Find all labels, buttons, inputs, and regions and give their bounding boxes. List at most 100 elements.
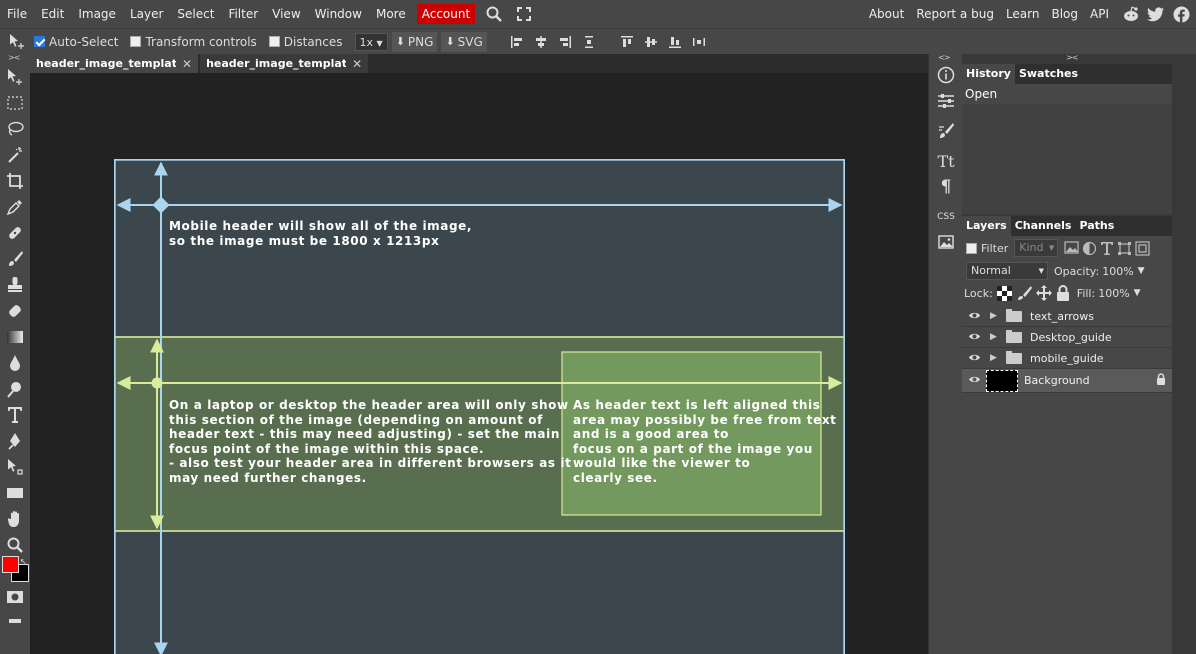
report-bug-link[interactable]: Report a bug <box>910 0 1000 28</box>
stamp-tool-icon[interactable] <box>3 274 27 296</box>
healing-brush-tool-icon[interactable] <box>3 222 27 244</box>
blend-mode-select[interactable]: Normal ▼ <box>966 262 1048 280</box>
lasso-tool-icon[interactable] <box>3 118 27 140</box>
visibility-eye-icon[interactable] <box>964 331 984 344</box>
filter-checkbox[interactable] <box>966 242 977 254</box>
export-png-button[interactable]: ⬇ PNG <box>391 31 438 52</box>
menu-window[interactable]: Window <box>308 0 369 28</box>
adjustments-icon[interactable] <box>934 90 958 112</box>
visibility-eye-icon[interactable] <box>964 310 984 323</box>
tab-channels[interactable]: Channels <box>1011 216 1076 236</box>
menu-layer[interactable]: Layer <box>123 0 170 28</box>
info-icon[interactable] <box>934 64 958 86</box>
align-left-icon[interactable] <box>507 32 527 52</box>
opacity-input[interactable]: 100% <box>1102 265 1133 278</box>
menu-filter[interactable]: Filter <box>221 0 265 28</box>
canvas-area[interactable]: Mobile header will show all of the image… <box>30 73 928 654</box>
menu-image[interactable]: Image <box>71 0 123 28</box>
auto-select-check[interactable] <box>34 36 45 47</box>
hand-tool-icon[interactable] <box>3 508 27 530</box>
align-middle-icon[interactable] <box>641 32 661 52</box>
character-icon[interactable]: Tt <box>934 150 958 172</box>
marquee-tool-icon[interactable] <box>3 92 27 114</box>
transform-controls-check[interactable] <box>130 36 142 47</box>
foreground-color-swatch[interactable] <box>2 556 19 573</box>
expand-panel-icon[interactable]: <> <box>938 53 950 62</box>
menu-select[interactable]: Select <box>170 0 221 28</box>
lock-transparency-icon[interactable] <box>996 285 1012 301</box>
close-icon[interactable]: ✕ <box>182 57 192 71</box>
lock-position-icon[interactable] <box>1035 285 1052 301</box>
align-bottom-icon[interactable] <box>665 32 685 52</box>
collapse-panel-icon[interactable]: >< <box>1066 53 1078 62</box>
layer-row-text-arrows[interactable]: ▶ text_arrows <box>962 306 1172 327</box>
magic-wand-tool-icon[interactable] <box>3 144 27 166</box>
screen-mode-icon[interactable] <box>3 610 27 632</box>
twitter-icon[interactable] <box>1147 5 1165 23</box>
fullscreen-icon[interactable] <box>513 3 535 25</box>
blog-link[interactable]: Blog <box>1045 0 1084 28</box>
opacity-dropdown-icon[interactable]: ▼ <box>1138 266 1145 276</box>
paragraph-icon[interactable]: ¶ <box>934 176 958 198</box>
swap-colors-icon[interactable]: ↖ <box>20 557 27 566</box>
tab-layers[interactable]: Layers <box>962 216 1011 236</box>
rectangle-tool-icon[interactable] <box>3 482 27 504</box>
menu-more[interactable]: More <box>369 0 413 28</box>
history-item[interactable]: Open <box>962 84 1172 104</box>
disclosure-triangle-icon[interactable]: ▶ <box>990 311 1002 321</box>
move-tool-icon[interactable] <box>3 66 27 88</box>
blur-tool-icon[interactable] <box>3 352 27 374</box>
api-link[interactable]: API <box>1084 0 1115 28</box>
align-center-horizontal-icon[interactable] <box>531 32 551 52</box>
visibility-eye-icon[interactable] <box>964 374 984 387</box>
layer-row-desktop-guide[interactable]: ▶ Desktop_guide <box>962 327 1172 348</box>
brush-settings-icon[interactable] <box>934 120 958 142</box>
document-tab[interactable]: header_image_template.ps ✕ <box>200 54 369 73</box>
about-link[interactable]: About <box>863 0 910 28</box>
distribute-horizontal-icon[interactable] <box>689 32 709 52</box>
distances-checkbox[interactable]: Distances <box>268 35 343 49</box>
menu-file[interactable]: File <box>0 0 34 28</box>
align-right-icon[interactable] <box>555 32 575 52</box>
type-tool-icon[interactable] <box>3 404 27 426</box>
quick-mask-icon[interactable] <box>3 586 27 608</box>
reddit-icon[interactable] <box>1122 5 1140 23</box>
css-icon[interactable]: CSS <box>934 206 958 228</box>
eyedropper-tool-icon[interactable] <box>3 196 27 218</box>
export-scale-select[interactable]: 1x ▼ <box>354 32 388 51</box>
menu-view[interactable]: View <box>265 0 307 28</box>
learn-link[interactable]: Learn <box>1000 0 1046 28</box>
distribute-vertical-icon[interactable] <box>579 32 599 52</box>
menu-edit[interactable]: Edit <box>34 0 71 28</box>
tab-swatches[interactable]: Swatches <box>1015 64 1082 84</box>
close-icon[interactable]: ✕ <box>352 57 362 71</box>
fill-dropdown-icon[interactable]: ▼ <box>1134 288 1141 298</box>
zoom-tool-icon[interactable] <box>3 534 27 556</box>
disclosure-triangle-icon[interactable]: ▶ <box>990 353 1002 363</box>
collapse-panel-icon[interactable]: >< <box>8 53 20 62</box>
pen-tool-icon[interactable] <box>3 430 27 452</box>
transform-controls-checkbox[interactable]: Transform controls <box>130 35 257 49</box>
fill-input[interactable]: 100% <box>1098 287 1129 300</box>
layer-row-background[interactable]: Background <box>962 369 1172 393</box>
tab-paths[interactable]: Paths <box>1075 216 1118 236</box>
eraser-tool-icon[interactable] <box>3 300 27 322</box>
dodge-tool-icon[interactable] <box>3 378 27 400</box>
image-icon[interactable] <box>934 231 958 253</box>
kind-select[interactable]: Kind ▼ <box>1014 239 1059 257</box>
lock-pixels-icon[interactable] <box>1016 285 1033 301</box>
layer-row-mobile-guide[interactable]: ▶ mobile_guide <box>962 348 1172 369</box>
document-canvas[interactable]: Mobile header will show all of the image… <box>114 159 845 654</box>
lock-all-icon[interactable] <box>1056 285 1070 301</box>
auto-select-checkbox[interactable]: Auto-Select <box>34 35 118 49</box>
export-svg-button[interactable]: ⬇ SVG <box>441 31 487 52</box>
direct-selection-tool-icon[interactable] <box>3 456 27 478</box>
visibility-eye-icon[interactable] <box>964 352 984 365</box>
account-button[interactable]: Account <box>416 4 476 24</box>
align-top-icon[interactable] <box>617 32 637 52</box>
crop-tool-icon[interactable] <box>3 170 27 192</box>
disclosure-triangle-icon[interactable]: ▶ <box>990 332 1002 342</box>
search-icon[interactable] <box>483 3 505 25</box>
gradient-tool-icon[interactable] <box>3 326 27 348</box>
brush-tool-icon[interactable] <box>3 248 27 270</box>
